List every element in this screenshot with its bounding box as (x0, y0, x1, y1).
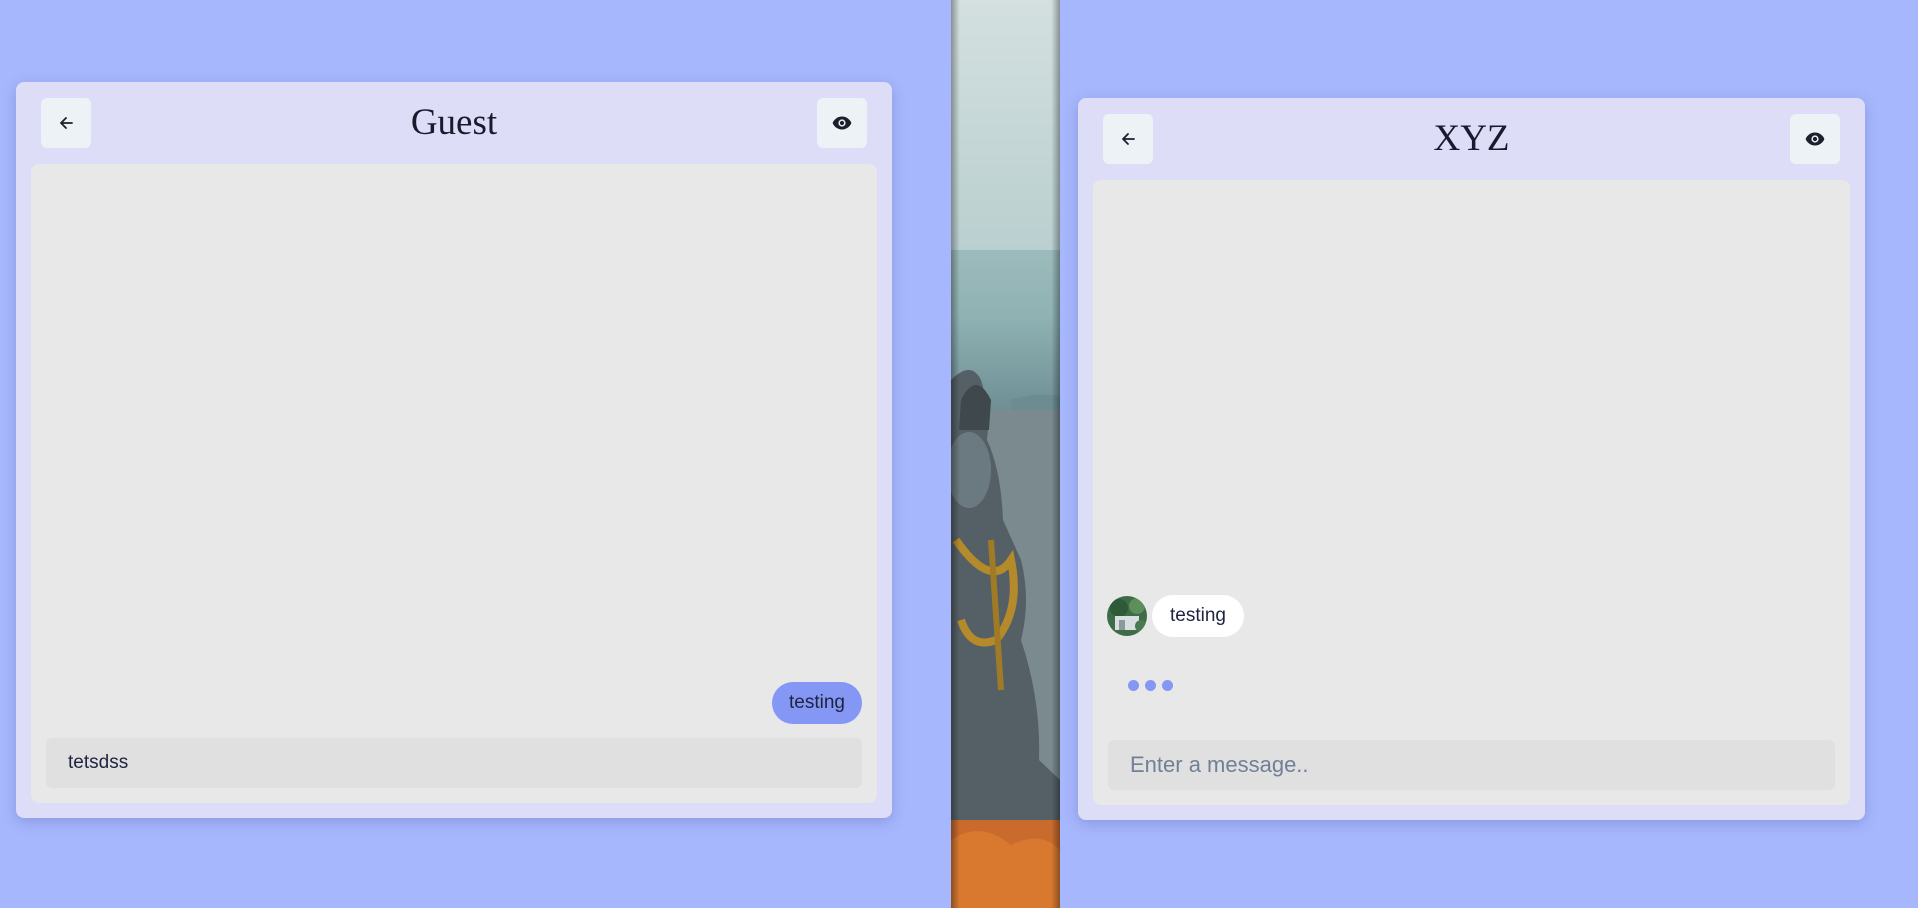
chat-title: Guest (410, 102, 498, 143)
typing-dot (1128, 680, 1139, 691)
chat-window-xyz: XYZ testing (1078, 98, 1865, 820)
typing-dot (1162, 680, 1173, 691)
view-profile-button[interactable] (817, 98, 867, 148)
typing-indicator (1128, 680, 1173, 691)
chat-title: XYZ (1433, 118, 1510, 159)
arrow-left-icon (1122, 133, 1135, 145)
arrow-left-icon (60, 117, 73, 129)
message-area[interactable]: testing (1093, 180, 1850, 805)
message-area[interactable]: testing (31, 164, 877, 803)
eye-icon (832, 116, 852, 130)
message-input[interactable] (46, 738, 862, 788)
eye-icon (1805, 132, 1825, 146)
chat-window-guest: Guest testing (16, 82, 892, 818)
sent-message-bubble: testing (772, 682, 862, 724)
typing-dot (1145, 680, 1156, 691)
avatar[interactable] (1107, 596, 1147, 636)
background-photo (951, 0, 1060, 908)
message-input[interactable] (1108, 740, 1835, 790)
received-message-row: testing (1107, 595, 1244, 637)
back-button[interactable] (41, 98, 91, 148)
received-message-bubble: testing (1152, 595, 1244, 637)
view-profile-button[interactable] (1790, 114, 1840, 164)
back-button[interactable] (1103, 114, 1153, 164)
